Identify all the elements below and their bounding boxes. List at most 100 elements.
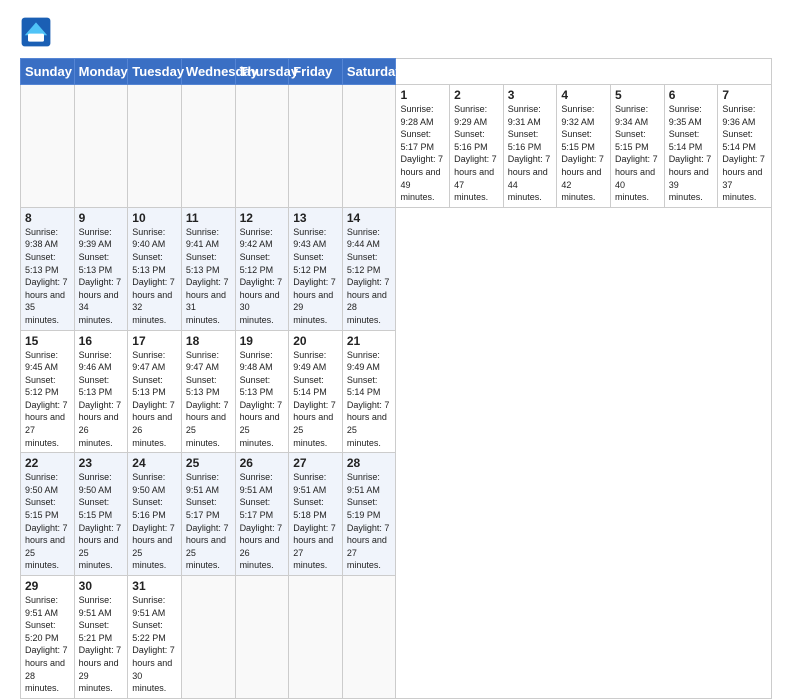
logo-icon bbox=[20, 16, 52, 48]
calendar-day-cell bbox=[181, 85, 235, 208]
day-info: Sunrise: 9:47 AMSunset: 5:13 PMDaylight:… bbox=[186, 349, 231, 450]
calendar-day-cell bbox=[181, 576, 235, 699]
day-info: Sunrise: 9:51 AMSunset: 5:21 PMDaylight:… bbox=[79, 594, 124, 695]
calendar-day-cell: 10Sunrise: 9:40 AMSunset: 5:13 PMDayligh… bbox=[128, 207, 182, 330]
day-info: Sunrise: 9:31 AMSunset: 5:16 PMDaylight:… bbox=[508, 103, 553, 204]
day-number: 8 bbox=[25, 211, 70, 225]
day-info: Sunrise: 9:49 AMSunset: 5:14 PMDaylight:… bbox=[347, 349, 392, 450]
day-info: Sunrise: 9:51 AMSunset: 5:18 PMDaylight:… bbox=[293, 471, 338, 572]
calendar-day-cell: 6Sunrise: 9:35 AMSunset: 5:14 PMDaylight… bbox=[664, 85, 718, 208]
calendar-day-cell: 30Sunrise: 9:51 AMSunset: 5:21 PMDayligh… bbox=[74, 576, 128, 699]
day-number: 13 bbox=[293, 211, 338, 225]
weekday-header-cell: Friday bbox=[289, 59, 343, 85]
calendar-day-cell: 27Sunrise: 9:51 AMSunset: 5:18 PMDayligh… bbox=[289, 453, 343, 576]
day-number: 19 bbox=[240, 334, 285, 348]
calendar-day-cell: 7Sunrise: 9:36 AMSunset: 5:14 PMDaylight… bbox=[718, 85, 772, 208]
calendar-day-cell: 20Sunrise: 9:49 AMSunset: 5:14 PMDayligh… bbox=[289, 330, 343, 453]
day-info: Sunrise: 9:32 AMSunset: 5:15 PMDaylight:… bbox=[561, 103, 606, 204]
calendar-day-cell bbox=[128, 85, 182, 208]
calendar-day-cell bbox=[342, 576, 396, 699]
day-info: Sunrise: 9:42 AMSunset: 5:12 PMDaylight:… bbox=[240, 226, 285, 327]
calendar-day-cell: 16Sunrise: 9:46 AMSunset: 5:13 PMDayligh… bbox=[74, 330, 128, 453]
day-info: Sunrise: 9:29 AMSunset: 5:16 PMDaylight:… bbox=[454, 103, 499, 204]
day-number: 5 bbox=[615, 88, 660, 102]
day-number: 18 bbox=[186, 334, 231, 348]
day-number: 4 bbox=[561, 88, 606, 102]
day-number: 1 bbox=[400, 88, 445, 102]
day-info: Sunrise: 9:50 AMSunset: 5:16 PMDaylight:… bbox=[132, 471, 177, 572]
calendar-day-cell: 17Sunrise: 9:47 AMSunset: 5:13 PMDayligh… bbox=[128, 330, 182, 453]
day-info: Sunrise: 9:50 AMSunset: 5:15 PMDaylight:… bbox=[79, 471, 124, 572]
day-info: Sunrise: 9:35 AMSunset: 5:14 PMDaylight:… bbox=[669, 103, 714, 204]
day-number: 24 bbox=[132, 456, 177, 470]
day-info: Sunrise: 9:44 AMSunset: 5:12 PMDaylight:… bbox=[347, 226, 392, 327]
calendar-day-cell: 28Sunrise: 9:51 AMSunset: 5:19 PMDayligh… bbox=[342, 453, 396, 576]
day-number: 10 bbox=[132, 211, 177, 225]
day-info: Sunrise: 9:34 AMSunset: 5:15 PMDaylight:… bbox=[615, 103, 660, 204]
day-number: 7 bbox=[722, 88, 767, 102]
day-info: Sunrise: 9:28 AMSunset: 5:17 PMDaylight:… bbox=[400, 103, 445, 204]
calendar-day-cell: 29Sunrise: 9:51 AMSunset: 5:20 PMDayligh… bbox=[21, 576, 75, 699]
weekday-header-cell: Wednesday bbox=[181, 59, 235, 85]
day-number: 26 bbox=[240, 456, 285, 470]
weekday-header-cell: Monday bbox=[74, 59, 128, 85]
weekday-header-row: SundayMondayTuesdayWednesdayThursdayFrid… bbox=[21, 59, 772, 85]
weekday-header-cell: Saturday bbox=[342, 59, 396, 85]
day-info: Sunrise: 9:51 AMSunset: 5:20 PMDaylight:… bbox=[25, 594, 70, 695]
calendar-week-row: 15Sunrise: 9:45 AMSunset: 5:12 PMDayligh… bbox=[21, 330, 772, 453]
calendar-day-cell: 22Sunrise: 9:50 AMSunset: 5:15 PMDayligh… bbox=[21, 453, 75, 576]
calendar-week-row: 1Sunrise: 9:28 AMSunset: 5:17 PMDaylight… bbox=[21, 85, 772, 208]
day-number: 25 bbox=[186, 456, 231, 470]
day-number: 21 bbox=[347, 334, 392, 348]
calendar-day-cell: 23Sunrise: 9:50 AMSunset: 5:15 PMDayligh… bbox=[74, 453, 128, 576]
logo bbox=[20, 16, 56, 48]
day-number: 9 bbox=[79, 211, 124, 225]
calendar-day-cell: 15Sunrise: 9:45 AMSunset: 5:12 PMDayligh… bbox=[21, 330, 75, 453]
day-info: Sunrise: 9:51 AMSunset: 5:22 PMDaylight:… bbox=[132, 594, 177, 695]
calendar-day-cell: 3Sunrise: 9:31 AMSunset: 5:16 PMDaylight… bbox=[503, 85, 557, 208]
calendar-day-cell bbox=[235, 85, 289, 208]
day-number: 23 bbox=[79, 456, 124, 470]
calendar-day-cell: 14Sunrise: 9:44 AMSunset: 5:12 PMDayligh… bbox=[342, 207, 396, 330]
weekday-header-cell: Tuesday bbox=[128, 59, 182, 85]
day-number: 15 bbox=[25, 334, 70, 348]
day-info: Sunrise: 9:46 AMSunset: 5:13 PMDaylight:… bbox=[79, 349, 124, 450]
calendar-day-cell: 18Sunrise: 9:47 AMSunset: 5:13 PMDayligh… bbox=[181, 330, 235, 453]
day-info: Sunrise: 9:40 AMSunset: 5:13 PMDaylight:… bbox=[132, 226, 177, 327]
day-info: Sunrise: 9:51 AMSunset: 5:17 PMDaylight:… bbox=[240, 471, 285, 572]
day-number: 3 bbox=[508, 88, 553, 102]
calendar-day-cell: 26Sunrise: 9:51 AMSunset: 5:17 PMDayligh… bbox=[235, 453, 289, 576]
header bbox=[20, 16, 772, 48]
day-number: 30 bbox=[79, 579, 124, 593]
calendar-day-cell bbox=[289, 85, 343, 208]
day-info: Sunrise: 9:51 AMSunset: 5:17 PMDaylight:… bbox=[186, 471, 231, 572]
day-info: Sunrise: 9:41 AMSunset: 5:13 PMDaylight:… bbox=[186, 226, 231, 327]
day-number: 22 bbox=[25, 456, 70, 470]
day-number: 29 bbox=[25, 579, 70, 593]
calendar-day-cell: 8Sunrise: 9:38 AMSunset: 5:13 PMDaylight… bbox=[21, 207, 75, 330]
calendar-week-row: 29Sunrise: 9:51 AMSunset: 5:20 PMDayligh… bbox=[21, 576, 772, 699]
day-info: Sunrise: 9:49 AMSunset: 5:14 PMDaylight:… bbox=[293, 349, 338, 450]
day-info: Sunrise: 9:50 AMSunset: 5:15 PMDaylight:… bbox=[25, 471, 70, 572]
day-number: 20 bbox=[293, 334, 338, 348]
calendar-table: SundayMondayTuesdayWednesdayThursdayFrid… bbox=[20, 58, 772, 699]
day-number: 31 bbox=[132, 579, 177, 593]
calendar-week-row: 8Sunrise: 9:38 AMSunset: 5:13 PMDaylight… bbox=[21, 207, 772, 330]
calendar-day-cell: 13Sunrise: 9:43 AMSunset: 5:12 PMDayligh… bbox=[289, 207, 343, 330]
calendar-day-cell: 1Sunrise: 9:28 AMSunset: 5:17 PMDaylight… bbox=[396, 85, 450, 208]
day-info: Sunrise: 9:45 AMSunset: 5:12 PMDaylight:… bbox=[25, 349, 70, 450]
calendar-day-cell: 12Sunrise: 9:42 AMSunset: 5:12 PMDayligh… bbox=[235, 207, 289, 330]
day-number: 17 bbox=[132, 334, 177, 348]
weekday-header-cell: Sunday bbox=[21, 59, 75, 85]
calendar-day-cell: 19Sunrise: 9:48 AMSunset: 5:13 PMDayligh… bbox=[235, 330, 289, 453]
calendar-day-cell bbox=[21, 85, 75, 208]
calendar-day-cell: 24Sunrise: 9:50 AMSunset: 5:16 PMDayligh… bbox=[128, 453, 182, 576]
page: SundayMondayTuesdayWednesdayThursdayFrid… bbox=[0, 0, 792, 612]
day-number: 2 bbox=[454, 88, 499, 102]
day-number: 27 bbox=[293, 456, 338, 470]
day-number: 12 bbox=[240, 211, 285, 225]
calendar-day-cell: 2Sunrise: 9:29 AMSunset: 5:16 PMDaylight… bbox=[450, 85, 504, 208]
calendar-day-cell bbox=[289, 576, 343, 699]
calendar-day-cell bbox=[342, 85, 396, 208]
calendar-body: 1Sunrise: 9:28 AMSunset: 5:17 PMDaylight… bbox=[21, 85, 772, 699]
